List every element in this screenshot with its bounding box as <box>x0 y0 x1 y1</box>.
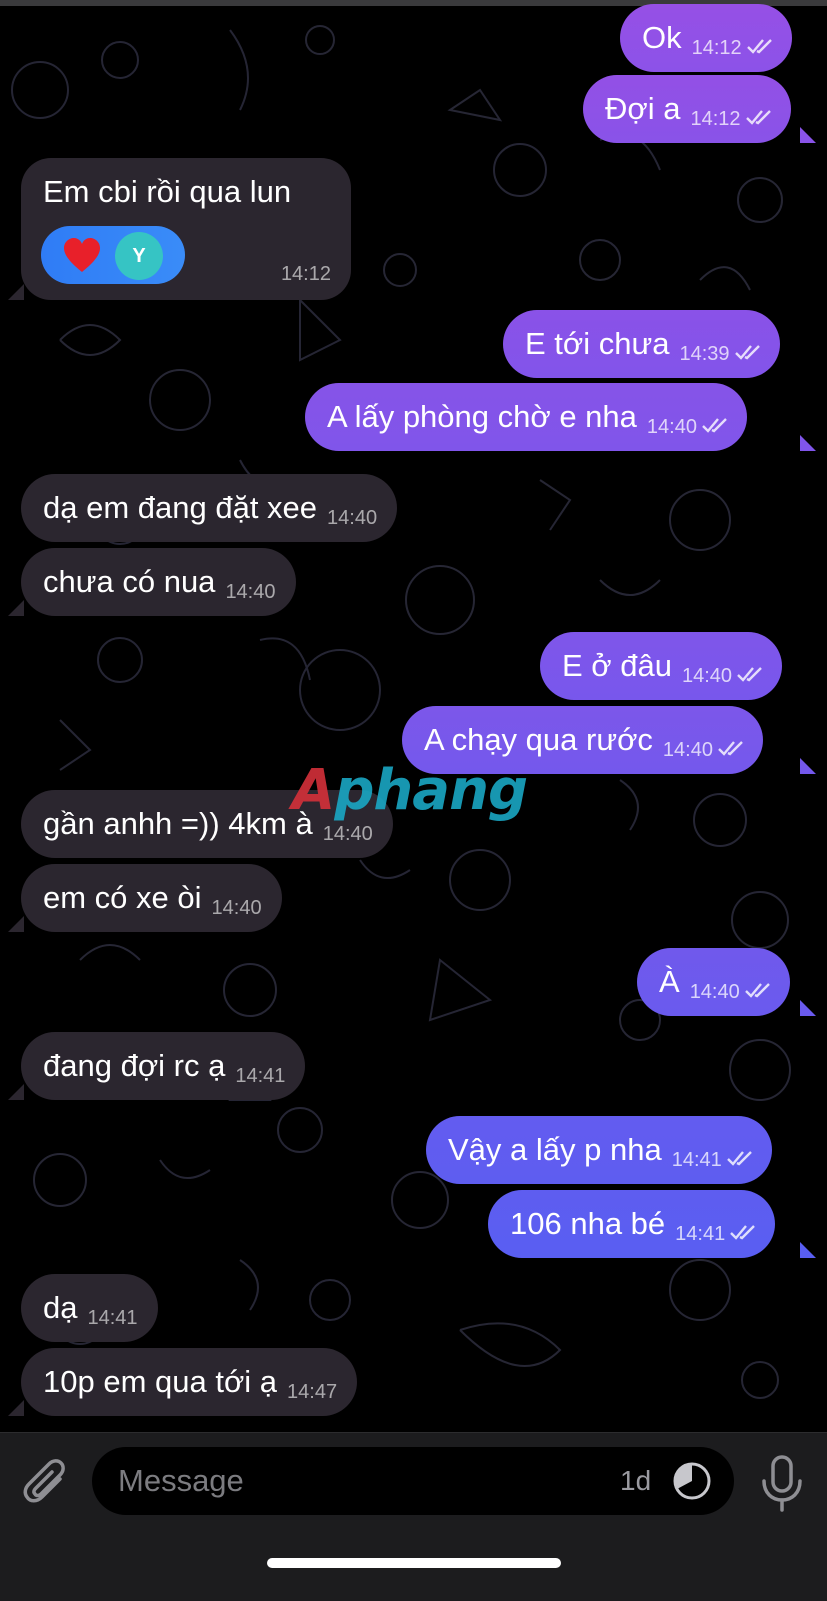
message-composer: Message 1d <box>0 1432 827 1601</box>
message-placeholder: Message <box>118 1463 244 1498</box>
message-text: chưa có nua <box>43 564 216 599</box>
outgoing-message[interactable]: Đợi a 14:12 <box>583 75 791 143</box>
bubble-tail <box>800 758 816 774</box>
bubble-tail <box>8 1084 24 1100</box>
outgoing-message[interactable]: E ở đâu 14:40 <box>540 632 783 700</box>
message-time: 14:40 <box>663 706 747 784</box>
message-time: 14:40 <box>225 581 276 603</box>
message-input[interactable]: Message 1d <box>92 1447 734 1515</box>
timer-icon[interactable] <box>672 1461 712 1501</box>
message-time: 14:39 <box>679 310 763 388</box>
outgoing-message[interactable]: À 14:40 <box>637 948 790 1016</box>
incoming-message[interactable]: em có xe òi 14:40 <box>21 864 282 932</box>
message-text: 10p em qua tới ạ <box>43 1364 278 1399</box>
reaction-chip[interactable]: Y <box>41 226 185 284</box>
double-check-icon <box>730 1225 756 1240</box>
message-text: dạ <box>43 1290 78 1325</box>
bubble-tail <box>8 916 24 932</box>
double-check-icon <box>744 983 770 998</box>
outgoing-message[interactable]: 106 nha bé 14:41 <box>488 1190 776 1258</box>
avatar: Y <box>115 232 163 280</box>
incoming-message[interactable]: đang đợi rc ạ 14:41 <box>21 1032 306 1100</box>
double-check-icon <box>745 110 771 125</box>
double-check-icon <box>702 418 727 433</box>
bubble-tail <box>800 1242 816 1258</box>
message-text: đang đợi rc ạ <box>43 1048 226 1083</box>
message-time: 14:40 <box>690 948 774 1026</box>
incoming-message[interactable]: 10p em qua tới ạ 14:47 <box>21 1348 358 1416</box>
message-time: 14:12 <box>280 263 331 285</box>
incoming-message[interactable]: dạ 14:41 <box>21 1274 158 1342</box>
message-text: À <box>659 964 680 999</box>
paperclip-icon[interactable] <box>22 1457 70 1513</box>
message-text: 106 nha bé <box>510 1206 666 1241</box>
message-time: 14:41 <box>672 1116 756 1194</box>
message-text: E ở đâu <box>562 648 672 683</box>
message-list[interactable]: Ok 14:12 Đợi a 14:12 Em cbi rồi qua lun Y … <box>0 0 827 1432</box>
double-check-icon <box>734 345 760 360</box>
message-time: 14:47 <box>287 1381 338 1403</box>
message-text: Ok <box>642 20 682 55</box>
message-time: 14:40 <box>647 383 731 461</box>
bubble-tail <box>800 435 816 451</box>
outgoing-message[interactable]: Ok 14:12 <box>620 4 792 72</box>
bubble-tail <box>800 1000 816 1016</box>
message-text: Em cbi rồi qua lun <box>43 174 292 209</box>
message-text: Đợi a <box>605 91 681 126</box>
microphone-icon[interactable] <box>760 1455 804 1513</box>
incoming-message[interactable]: chưa có nua 14:40 <box>21 548 296 616</box>
home-indicator <box>267 1558 561 1568</box>
outgoing-message[interactable]: Vậy a lấy p nha 14:41 <box>426 1116 772 1184</box>
double-check-icon <box>726 1151 752 1166</box>
incoming-message[interactable]: dạ em đang đặt xee 14:40 <box>21 474 398 542</box>
bubble-tail <box>8 1400 24 1416</box>
message-time: 14:41 <box>87 1307 138 1329</box>
message-text: A lấy phòng chờ e nha <box>327 399 637 434</box>
incoming-message-with-reaction[interactable]: Em cbi rồi qua lun Y 14:12 <box>21 158 351 300</box>
message-time: 14:40 <box>327 507 378 529</box>
message-time: 14:40 <box>211 897 262 919</box>
message-text: Vậy a lấy p nha <box>448 1132 662 1167</box>
message-time: 14:41 <box>235 1065 286 1087</box>
chat-background: Ok 14:12 Đợi a 14:12 Em cbi rồi qua lun Y … <box>0 0 827 1432</box>
heart-icon <box>64 238 100 272</box>
bubble-tail <box>8 284 24 300</box>
message-text: E tới chưa <box>525 326 670 361</box>
message-time: 14:41 <box>675 1190 759 1268</box>
message-time: 14:12 <box>690 75 774 153</box>
outgoing-message[interactable]: A lấy phòng chờ e nha 14:40 <box>305 383 747 451</box>
message-time: 14:40 <box>682 632 766 710</box>
watermark-logo: Aphang <box>292 758 528 823</box>
message-time: 14:12 <box>692 4 776 82</box>
double-check-icon <box>718 741 743 756</box>
outgoing-message[interactable]: E tới chưa 14:39 <box>503 310 780 378</box>
message-text: dạ em đang đặt xee <box>43 490 318 525</box>
auto-delete-timer-label[interactable]: 1d <box>620 1447 651 1515</box>
bubble-tail <box>800 127 816 143</box>
bubble-tail <box>8 600 24 616</box>
message-text: em có xe òi <box>43 880 202 915</box>
double-check-icon <box>746 39 772 54</box>
message-text: gần anhh =)) 4km à <box>43 806 313 841</box>
double-check-icon <box>737 667 762 682</box>
